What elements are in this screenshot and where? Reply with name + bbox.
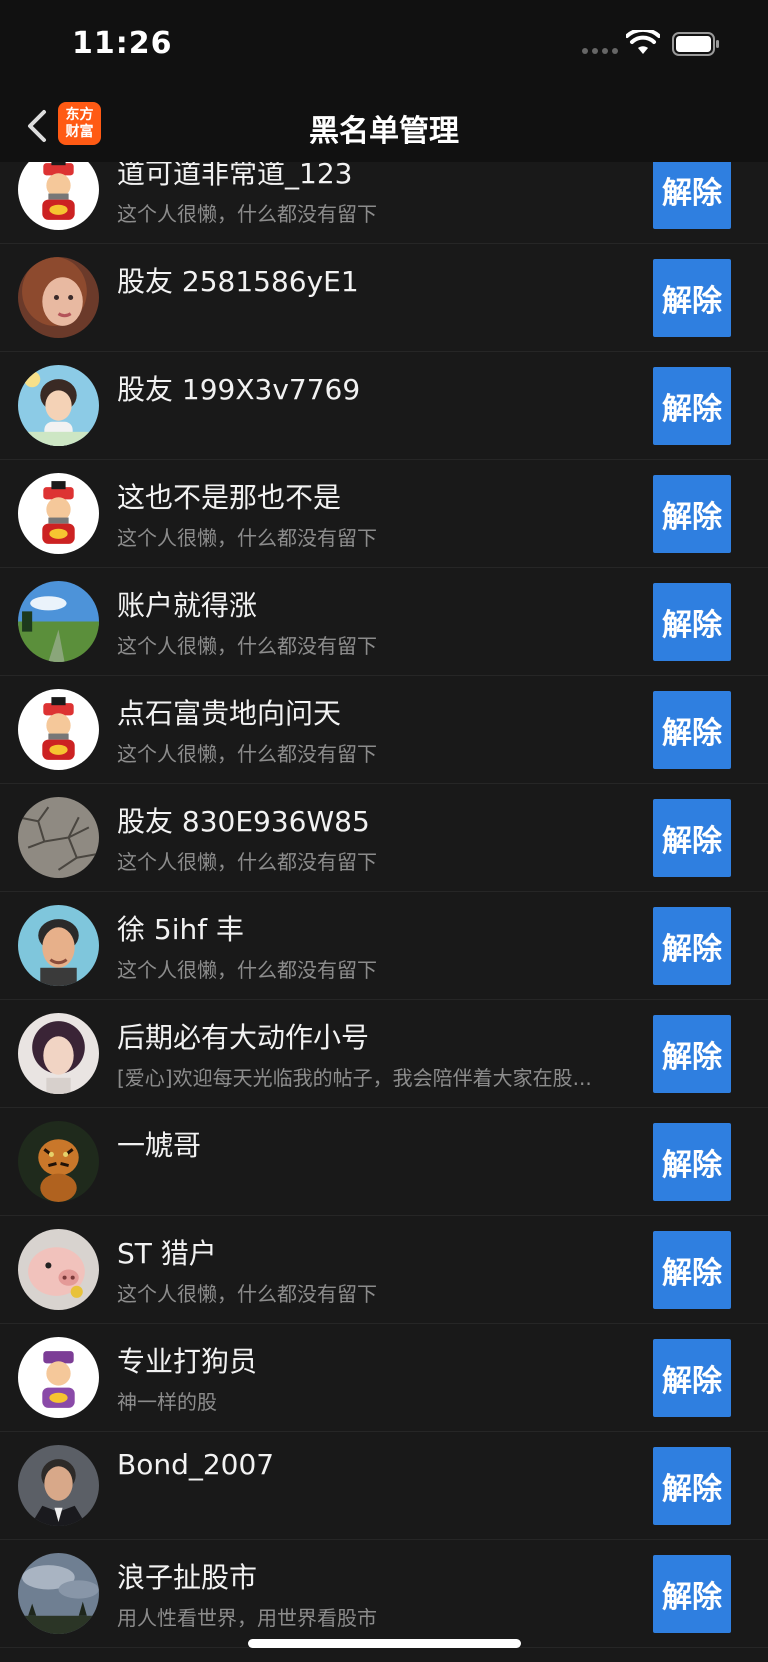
user-name: 专业打狗员 (117, 1345, 258, 1378)
home-indicator[interactable] (248, 1639, 521, 1648)
user-name: 后期必有大动作小号 (117, 1021, 370, 1054)
user-name: 徐 5ihf 丰 (117, 913, 244, 946)
list-item: 一虓哥 解除 (0, 1108, 768, 1216)
avatar[interactable] (18, 689, 99, 770)
avatar[interactable] (18, 1229, 99, 1310)
list-item: 点石富贵地向问天 这个人很懒，什么都没有留下 解除 (0, 676, 768, 784)
avatar[interactable] (18, 162, 99, 230)
user-bio: 这个人很懒，什么都没有留下 (117, 850, 377, 874)
status-time: 11:26 (72, 26, 173, 61)
status-bar: 11:26 (0, 0, 768, 90)
unblock-button[interactable]: 解除 (653, 691, 731, 769)
unblock-button[interactable]: 解除 (653, 367, 731, 445)
user-name: 股友 2581586yE1 (117, 265, 359, 298)
user-name: 浪子扯股市 (117, 1561, 258, 1594)
unblock-button[interactable]: 解除 (653, 1447, 731, 1525)
user-name: 这也不是那也不是 (117, 481, 342, 514)
user-bio: 这个人很懒，什么都没有留下 (117, 958, 377, 982)
user-name: 股友 830E936W85 (117, 805, 370, 838)
list-item: 股友 199X3v7769 解除 (0, 352, 768, 460)
list-item: 股友 2581586yE1 解除 (0, 244, 768, 352)
user-bio: 这个人很懒，什么都没有留下 (117, 742, 377, 766)
list-item: 道可道非常道_123 这个人很懒，什么都没有留下 解除 (0, 162, 768, 244)
avatar[interactable] (18, 1445, 99, 1526)
unblock-button[interactable]: 解除 (653, 799, 731, 877)
user-name: 点石富贵地向问天 (117, 697, 342, 730)
cellular-signal-icon (582, 48, 618, 54)
list-item: 股友 830E936W85 这个人很懒，什么都没有留下 解除 (0, 784, 768, 892)
unblock-button[interactable]: 解除 (653, 907, 731, 985)
avatar[interactable] (18, 581, 99, 662)
user-name: 股友 199X3v7769 (117, 373, 361, 406)
battery-icon (672, 32, 719, 56)
user-name: 道可道非常道_123 (117, 162, 353, 190)
avatar[interactable] (18, 473, 99, 554)
unblock-button[interactable]: 解除 (653, 259, 731, 337)
user-bio: [爱心]欢迎每天光临我的帖子，我会陪伴着大家在股... (117, 1066, 592, 1090)
page-title: 黑名单管理 (309, 114, 459, 149)
user-bio: 这个人很懒，什么都没有留下 (117, 1282, 377, 1306)
blocklist[interactable]: 道可道非常道_123 这个人很懒，什么都没有留下 解除 股友 2581586yE… (0, 162, 768, 1662)
unblock-button[interactable]: 解除 (653, 1123, 731, 1201)
user-name: ST 猎户 (117, 1237, 217, 1270)
list-item: Bond_2007 解除 (0, 1432, 768, 1540)
unblock-button[interactable]: 解除 (653, 162, 731, 229)
list-item: 专业打狗员 神一样的股 解除 (0, 1324, 768, 1432)
user-bio: 这个人很懒，什么都没有留下 (117, 202, 377, 226)
avatar[interactable] (18, 257, 99, 338)
avatar[interactable] (18, 365, 99, 446)
avatar[interactable] (18, 1337, 99, 1418)
user-bio: 用人性看世界，用世界看股市 (117, 1606, 377, 1630)
list-item: 浪子扯股市 用人性看世界，用世界看股市 解除 (0, 1540, 768, 1648)
list-item: 账户就得涨 这个人很懒，什么都没有留下 解除 (0, 568, 768, 676)
unblock-button[interactable]: 解除 (653, 1231, 731, 1309)
list-item: 后期必有大动作小号 [爱心]欢迎每天光临我的帖子，我会陪伴着大家在股... 解除 (0, 1000, 768, 1108)
unblock-button[interactable]: 解除 (653, 475, 731, 553)
wifi-icon (626, 30, 660, 54)
unblock-button[interactable]: 解除 (653, 1339, 731, 1417)
user-name: Bond_2007 (117, 1448, 275, 1481)
user-name: 一虓哥 (117, 1129, 202, 1162)
user-bio: 这个人很懒，什么都没有留下 (117, 526, 377, 550)
nav-bar: 东方 财富 黑名单管理 (0, 90, 768, 162)
list-item: 这也不是那也不是 这个人很懒，什么都没有留下 解除 (0, 460, 768, 568)
avatar[interactable] (18, 1013, 99, 1094)
avatar[interactable] (18, 905, 99, 986)
user-bio: 神一样的股 (117, 1390, 217, 1414)
list-item: ST 猎户 这个人很懒，什么都没有留下 解除 (0, 1216, 768, 1324)
unblock-button[interactable]: 解除 (653, 1015, 731, 1093)
unblock-button[interactable]: 解除 (653, 1555, 731, 1633)
list-item: 徐 5ihf 丰 这个人很懒，什么都没有留下 解除 (0, 892, 768, 1000)
unblock-button[interactable]: 解除 (653, 583, 731, 661)
user-name: 账户就得涨 (117, 589, 258, 622)
avatar[interactable] (18, 1121, 99, 1202)
avatar[interactable] (18, 1553, 99, 1634)
user-bio: 这个人很懒，什么都没有留下 (117, 634, 377, 658)
avatar[interactable] (18, 797, 99, 878)
